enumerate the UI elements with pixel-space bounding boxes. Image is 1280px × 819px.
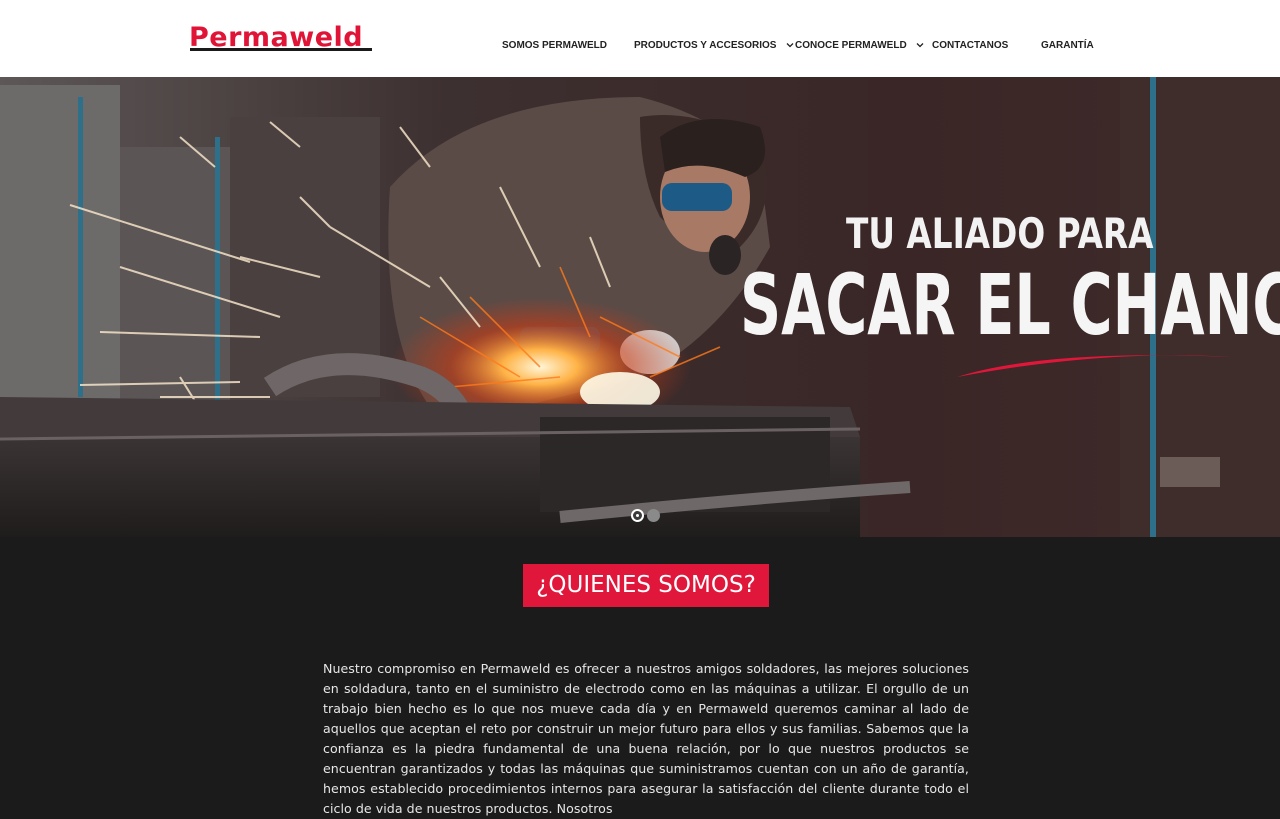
nav-item-productos-y-accesorios[interactable]: PRODUCTOS Y ACCESORIOS — [634, 38, 795, 54]
red-swoosh-decoration — [957, 355, 1233, 377]
nav-item-label: GARANTÍA — [1041, 40, 1094, 51]
site-header: Permaweld SOMOS PERMAWELD PRODUCTOS Y AC… — [0, 0, 1280, 77]
nav-item-conoce-permaweld[interactable]: CONOCE PERMAWELD — [795, 38, 925, 54]
about-paragraph: Nuestro compromiso en Permaweld es ofrec… — [323, 661, 969, 816]
nav-item-label: CONTACTANOS — [932, 40, 1009, 51]
section-title-quienes-somos: ¿QUIENES SOMOS? — [523, 564, 769, 607]
hero-headline-small: TU ALIADO PARA — [846, 209, 1154, 258]
slider-dot-2[interactable] — [647, 509, 660, 522]
chevron-down-icon — [916, 43, 924, 48]
nav-item-contactanos[interactable]: CONTACTANOS — [932, 38, 1008, 54]
nav-item-garantia[interactable]: GARANTÍA — [1041, 38, 1094, 54]
hero-headline-large: SACAR EL CHANCE — [740, 256, 1280, 354]
nav-item-label: SOMOS PERMAWELD — [502, 40, 608, 51]
chevron-down-icon — [786, 43, 794, 48]
nav-item-label: CONOCE PERMAWELD — [795, 40, 907, 51]
slider-dot-1[interactable] — [631, 509, 644, 522]
hero-slider[interactable]: TU ALIADO PARA SACAR EL CHANCE — [0, 77, 1280, 537]
nav-item-label: PRODUCTOS Y ACCESORIOS — [634, 40, 777, 51]
logo-underline — [190, 48, 372, 51]
nav-item-somos-permaweld[interactable]: SOMOS PERMAWELD — [502, 38, 607, 54]
